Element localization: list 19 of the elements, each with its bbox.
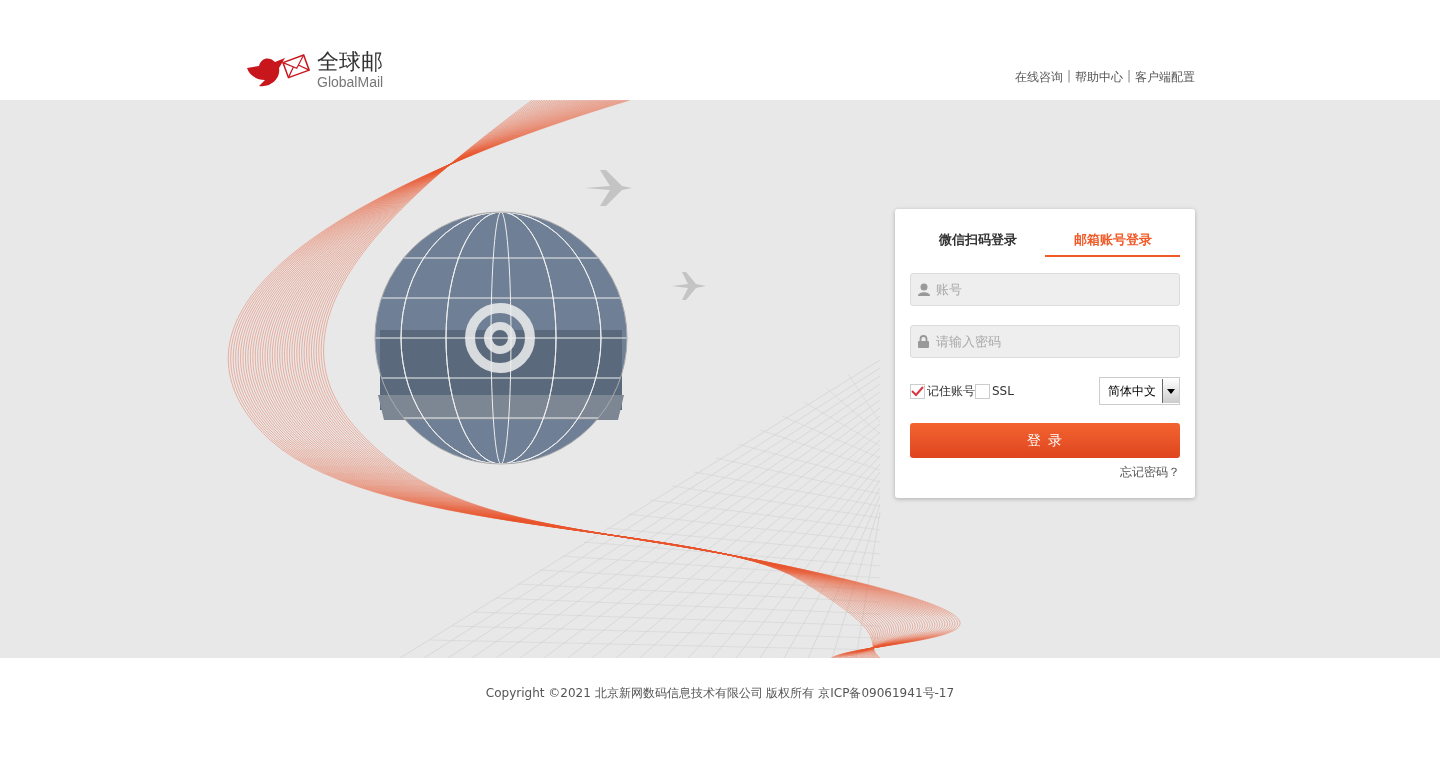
link-separator: | [1066, 69, 1071, 85]
copyright-text: Copyright ©2021 北京新网数码信息技术有限公司 版权所有 京ICP备09061941号-17 [485, 686, 955, 700]
language-select[interactable]: 简体中文 [1099, 377, 1180, 405]
password-field[interactable]: 请输入密码 [910, 325, 1180, 358]
header-link[interactable]: 帮助中心 [1074, 69, 1123, 86]
forgot-password-link[interactable]: 忘记密码？ [1120, 464, 1180, 481]
checkbox-label: SSL [992, 384, 1014, 398]
login-tab[interactable]: 微信扫码登录 [910, 223, 1045, 257]
logo-subtitle: GlobalMail [317, 74, 384, 90]
link-separator: | [1126, 69, 1131, 85]
checkbox-label: 记住账号 [927, 382, 975, 400]
header-link[interactable]: 客户端配置 [1135, 69, 1195, 86]
login-button[interactable]: 登 录 [910, 423, 1180, 458]
account-field[interactable]: 账号 [910, 273, 1180, 306]
logo-name: 全球邮 [317, 50, 384, 74]
header-link[interactable]: 在线咨询 [1014, 69, 1063, 86]
checkbox[interactable] [975, 383, 990, 399]
dropdown-caret-icon [1167, 388, 1175, 394]
checkbox[interactable] [910, 383, 925, 399]
